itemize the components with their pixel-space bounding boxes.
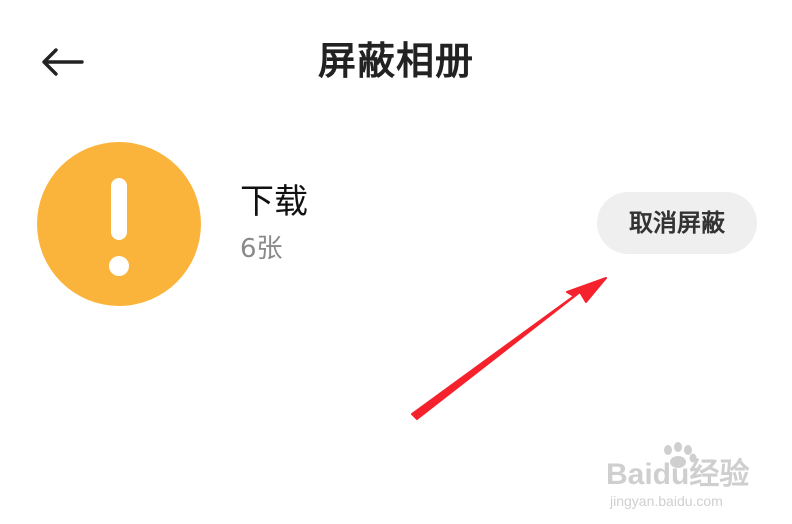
- paw-logo: [664, 442, 697, 468]
- album-list-item[interactable]: 下载 6张 取消屏蔽: [0, 130, 792, 320]
- watermark-url: jingyan.baidu.com: [609, 493, 723, 509]
- unhide-button[interactable]: 取消屏蔽: [597, 192, 757, 254]
- page-title: 屏蔽相册: [317, 39, 474, 83]
- album-count: 6张: [240, 234, 283, 264]
- exclamation-icon: [109, 178, 129, 276]
- baidu-jingyan-watermark: Baidu经验 jingyan.baidu.com: [606, 442, 749, 509]
- top-bar: 屏蔽相册: [0, 0, 792, 120]
- album-thumbnail: [37, 142, 201, 306]
- album-name: 下载: [240, 182, 308, 222]
- watermark-brand: Baidu经验: [606, 457, 749, 491]
